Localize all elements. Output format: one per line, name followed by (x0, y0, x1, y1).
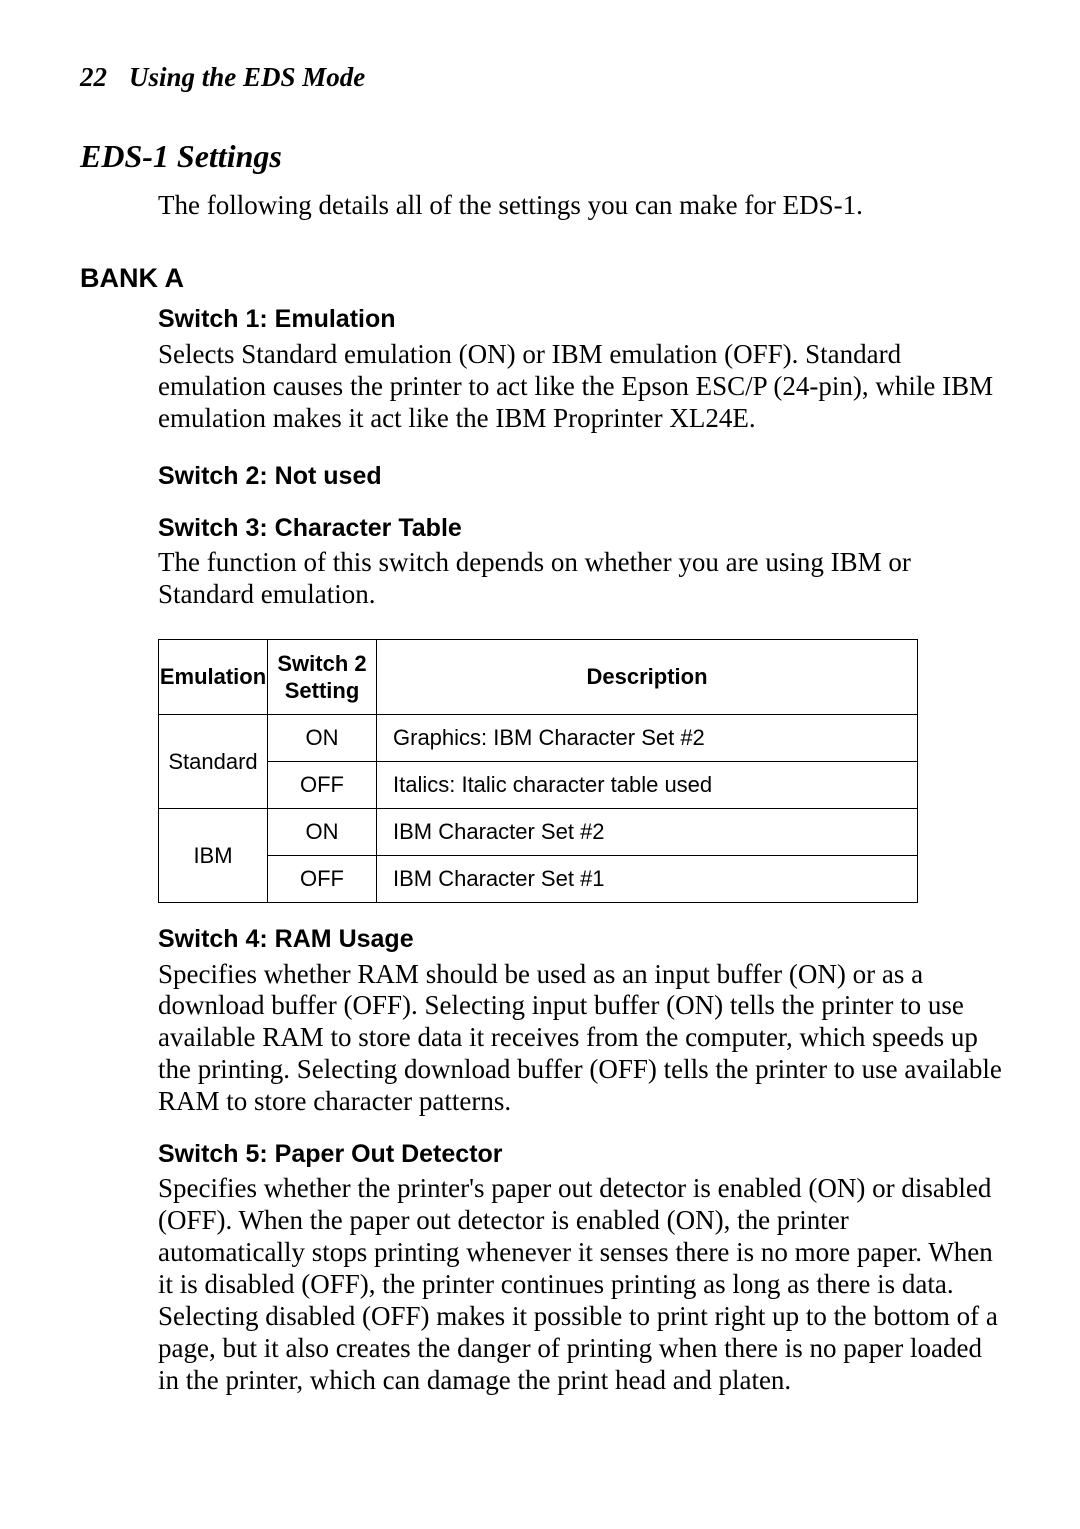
switch-3-heading: Switch 3: Character Table (158, 514, 1002, 544)
switch-1-body: Selects Standard emulation (ON) or IBM e… (158, 339, 1002, 435)
cell-description: IBM Character Set #1 (377, 856, 918, 903)
switch-3-body: The function of this switch depends on w… (158, 547, 1002, 611)
running-head: 22 Using the EDS Mode (80, 62, 1002, 94)
switch3-table: Emulation Switch 2 Setting Description S… (158, 639, 918, 903)
page-number: 22 (80, 62, 107, 94)
th-description: Description (377, 640, 918, 715)
th-emulation: Emulation (159, 640, 268, 715)
table-header-row: Emulation Switch 2 Setting Description (159, 640, 918, 715)
cell-description: Graphics: IBM Character Set #2 (377, 715, 918, 762)
table-row: Standard ON Graphics: IBM Character Set … (159, 715, 918, 762)
bank-heading: BANK A (80, 263, 1002, 295)
switch-4-body: Specifies whether RAM should be used as … (158, 959, 1002, 1118)
table-row: IBM ON IBM Character Set #2 (159, 809, 918, 856)
intro-paragraph: The following details all of the setting… (158, 190, 1002, 222)
cell-setting: ON (268, 809, 377, 856)
cell-emulation: IBM (159, 809, 268, 903)
section-heading: EDS-1 Settings (80, 138, 1002, 176)
th-switch-line2: Setting (285, 678, 360, 703)
switch-5-heading: Switch 5: Paper Out Detector (158, 1140, 1002, 1170)
table-row: OFF IBM Character Set #1 (159, 856, 918, 903)
cell-setting: ON (268, 715, 377, 762)
switch-2-heading: Switch 2: Not used (158, 462, 1002, 492)
th-switch-setting: Switch 2 Setting (268, 640, 377, 715)
switch-4-heading: Switch 4: RAM Usage (158, 925, 1002, 955)
chapter-title: Using the EDS Mode (129, 62, 365, 92)
cell-setting: OFF (268, 856, 377, 903)
switch-1-heading: Switch 1: Emulation (158, 305, 1002, 335)
character-table: Emulation Switch 2 Setting Description S… (158, 639, 1002, 903)
cell-description: IBM Character Set #2 (377, 809, 918, 856)
cell-emulation: Standard (159, 715, 268, 809)
switch-5-body: Specifies whether the printer's paper ou… (158, 1173, 1002, 1396)
cell-description: Italics: Italic character table used (377, 762, 918, 809)
th-switch-line1: Switch 2 (277, 651, 366, 676)
page-content: 22 Using the EDS Mode EDS-1 Settings The … (0, 0, 1080, 1396)
table-row: OFF Italics: Italic character table used (159, 762, 918, 809)
cell-setting: OFF (268, 762, 377, 809)
